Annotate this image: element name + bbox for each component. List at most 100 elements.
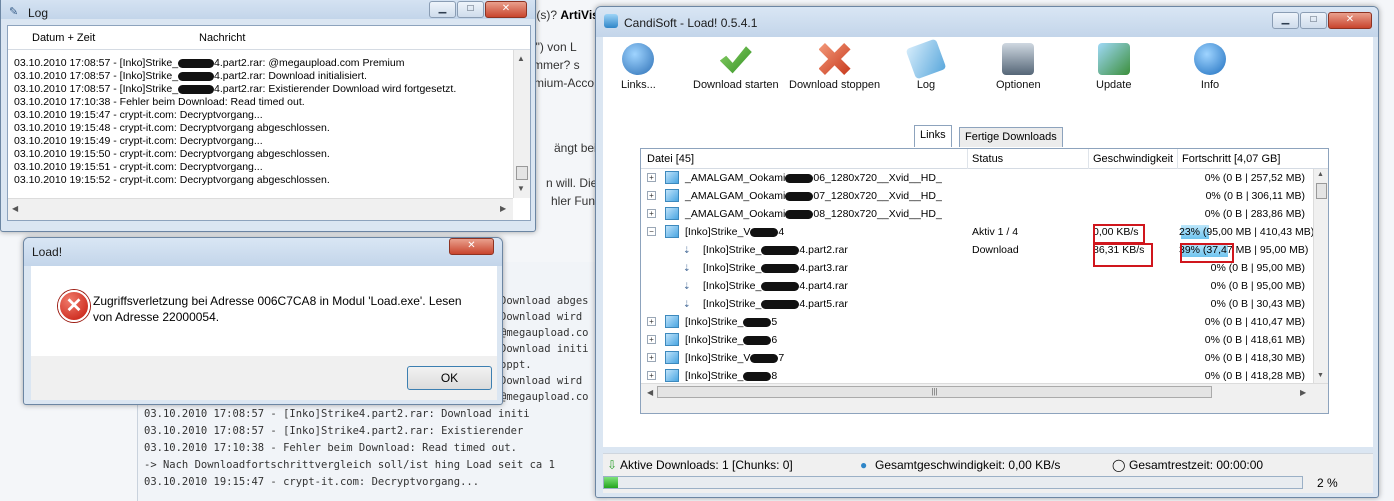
log-row[interactable]: 03.10.2010 17:08:57 - [Inko]Strike_ 4.par… [14, 70, 367, 82]
download-part-row[interactable]: ⇣ [Inko]Strike_ 4.part4.rar 0% (0 B | 95,00… [641, 277, 1313, 295]
error-message: Zugriffsverletzung bei Adresse 006C7CA8 … [93, 294, 462, 324]
file-name: [Inko]Strike_V 7 [685, 352, 785, 364]
speed-highlight-box [1093, 243, 1153, 267]
log-horizontal-scrollbar[interactable]: ◀ ▶ [8, 198, 513, 220]
toolbar-info-button[interactable]: Info [1194, 43, 1226, 91]
log-row[interactable]: 03.10.2010 19:15:47 - crypt-it.com: Decr… [14, 109, 263, 121]
expand-icon[interactable]: + [647, 335, 656, 344]
file-name: [Inko]Strike_V 4 [685, 226, 785, 238]
redaction-mark [178, 71, 215, 81]
toolbar-label: Links... [621, 79, 656, 91]
download-package-row[interactable]: + _AMALGAM_Ookami 07_1280x720__Xvid__HD_ 0%… [641, 187, 1313, 205]
scroll-up-icon[interactable]: ▲ [517, 54, 525, 63]
log-row[interactable]: 03.10.2010 17:10:38 - Fehler beim Downlo… [14, 96, 305, 108]
redaction-mark [785, 191, 814, 201]
download-package-row[interactable]: − [Inko]Strike_V 4 Aktiv 1 / 4 0,00 KB/s 23% … [641, 223, 1314, 241]
download-package-row[interactable]: + _AMALGAM_Ookami 08_1280x720__Xvid__HD_ 0%… [641, 205, 1313, 223]
main-maximize-button[interactable]: □ [1300, 12, 1327, 29]
scroll-left-icon[interactable]: ◀ [12, 204, 18, 213]
minimize-button[interactable]: ▁ [429, 1, 456, 18]
file-name: _AMALGAM_Ookami 07_1280x720__Xvid__HD_ [685, 190, 942, 202]
redaction-mark [743, 335, 772, 345]
scroll-down-icon[interactable]: ▼ [517, 184, 525, 193]
toolbar-update-button[interactable]: Update [1096, 43, 1131, 91]
download-package-row[interactable]: + [Inko]Strike_V 7 0% (0 B | 418,30 MB) [641, 349, 1313, 367]
scroll-thumb[interactable] [516, 166, 528, 180]
expand-icon[interactable]: + [647, 173, 656, 182]
download-package-row[interactable]: + [Inko]Strike_ 5 0% (0 B | 410,47 MB) [641, 313, 1313, 331]
scroll-right-icon[interactable]: ▶ [500, 204, 506, 213]
download-package-row[interactable]: + _AMALGAM_Ookami 06_1280x720__Xvid__HD_ 0%… [641, 169, 1313, 187]
error-body: ✕ Zugriffsverletzung bei Adresse 006C7CA… [31, 266, 497, 356]
column-header-status[interactable]: Status [972, 153, 1003, 165]
column-header-message[interactable]: Nachricht [199, 32, 245, 44]
log-vertical-scrollbar[interactable]: ▲ ▼ [513, 50, 530, 198]
list-vertical-scrollbar[interactable]: ▲ ▼ [1313, 169, 1328, 383]
expand-icon[interactable]: + [647, 371, 656, 380]
column-header-file[interactable]: Datei [45] [647, 153, 694, 165]
expand-icon[interactable]: + [647, 317, 656, 326]
expand-icon[interactable]: + [647, 191, 656, 200]
overall-progress-fill [604, 477, 618, 488]
overall-progress-label: 2 % [1317, 476, 1338, 490]
log-row[interactable]: 03.10.2010 17:08:57 - [Inko]Strike_ 4.par… [14, 83, 456, 95]
collapse-icon[interactable]: − [647, 227, 656, 236]
toolbar-document-button[interactable]: Log [905, 38, 947, 91]
package-icon [665, 315, 679, 328]
expand-icon[interactable]: + [647, 353, 656, 362]
toolbar-options-button[interactable]: Optionen [996, 43, 1041, 91]
download-part-row[interactable]: ⇣ [Inko]Strike_ 4.part5.rar 0% (0 B | 30,43… [641, 295, 1313, 313]
expand-icon[interactable]: + [647, 209, 656, 218]
column-header-progress[interactable]: Fortschritt [4,07 GB] [1182, 153, 1280, 165]
column-header-date[interactable]: Datum + Zeit [32, 32, 95, 44]
package-icon [665, 189, 679, 202]
redaction-mark [761, 281, 800, 291]
download-list-header: Datei [45] Status Geschwindigkeit Fortsc… [641, 149, 1328, 169]
log-row-text: 03.10.2010 19:15:52 - crypt-it.com: Decr… [14, 174, 330, 186]
log-list: Datum + Zeit Nachricht 03.10.2010 17:08:… [7, 25, 531, 221]
log-row-text: 03.10.2010 19:15:51 - crypt-it.com: Decr… [14, 161, 263, 173]
tab-finished-downloads[interactable]: Fertige Downloads [959, 127, 1063, 147]
main-close-button[interactable]: ✕ [1328, 12, 1372, 29]
list-scroll-down-icon[interactable]: ▼ [1317, 372, 1324, 379]
log-row[interactable]: 03.10.2010 19:15:52 - crypt-it.com: Decr… [14, 174, 330, 186]
column-header-speed[interactable]: Geschwindigkeit [1093, 153, 1173, 165]
list-scroll-thumb[interactable] [1316, 183, 1327, 199]
list-scroll-right-icon[interactable]: ▶ [1300, 388, 1306, 397]
log-titlebar[interactable]: ✎ Log ▁ □ ✕ [1, 0, 535, 20]
log-row[interactable]: 03.10.2010 17:08:57 - [Inko]Strike_ 4.par… [14, 57, 404, 69]
toolbar-cross-button[interactable]: Download stoppen [789, 43, 880, 91]
toolbar-globe-button[interactable]: Links... [621, 43, 656, 91]
log-row[interactable]: 03.10.2010 19:15:49 - crypt-it.com: Decr… [14, 135, 263, 147]
ok-button[interactable]: OK [407, 366, 492, 390]
redaction-mark [750, 353, 779, 363]
file-icon: ⇣ [683, 299, 691, 309]
maximize-button[interactable]: □ [457, 1, 484, 18]
progress-highlight-box [1180, 243, 1234, 263]
list-scroll-left-icon[interactable]: ◀ [647, 388, 653, 397]
code-line: Download wird [500, 311, 583, 323]
main-minimize-button[interactable]: ▁ [1272, 12, 1299, 29]
log-row[interactable]: 03.10.2010 19:15:51 - crypt-it.com: Decr… [14, 161, 263, 173]
code-line: Download wird [500, 375, 583, 387]
download-list: Datei [45] Status Geschwindigkeit Fortsc… [640, 148, 1329, 414]
package-icon [665, 333, 679, 346]
log-row[interactable]: 03.10.2010 19:15:50 - crypt-it.com: Decr… [14, 148, 330, 160]
list-hscroll-thumb[interactable]: ||| [657, 386, 1212, 398]
log-row[interactable]: 03.10.2010 19:15:48 - crypt-it.com: Decr… [14, 122, 330, 134]
close-button[interactable]: ✕ [485, 1, 527, 18]
toolbar-checkmark-button[interactable]: Download starten [693, 43, 779, 91]
download-progress: 0% (0 B | 30,43 MB) [1210, 298, 1305, 310]
code-line: 03.10.2010 19:15:47 - crypt-it.com: Decr… [144, 476, 480, 488]
code-line: @megaupload.co [500, 391, 589, 403]
error-titlebar[interactable]: Load! ✕ [24, 238, 502, 266]
list-horizontal-scrollbar[interactable]: ◀ ||| ▶ [641, 383, 1328, 413]
status-bar: ⇩ Aktive Downloads: 1 [Chunks: 0] ● Gesa… [603, 453, 1373, 473]
list-scroll-up-icon[interactable]: ▲ [1317, 171, 1324, 178]
error-close-button[interactable]: ✕ [449, 238, 494, 255]
log-row-text: 03.10.2010 19:15:50 - crypt-it.com: Decr… [14, 148, 330, 160]
globe-icon [622, 43, 655, 75]
download-package-row[interactable]: + [Inko]Strike_ 6 0% (0 B | 418,61 MB) [641, 331, 1313, 349]
main-titlebar[interactable]: CandiSoft - Load! 0.5.4.1 ▁ □ ✕ [596, 7, 1378, 37]
tab-links[interactable]: Links [914, 125, 952, 147]
